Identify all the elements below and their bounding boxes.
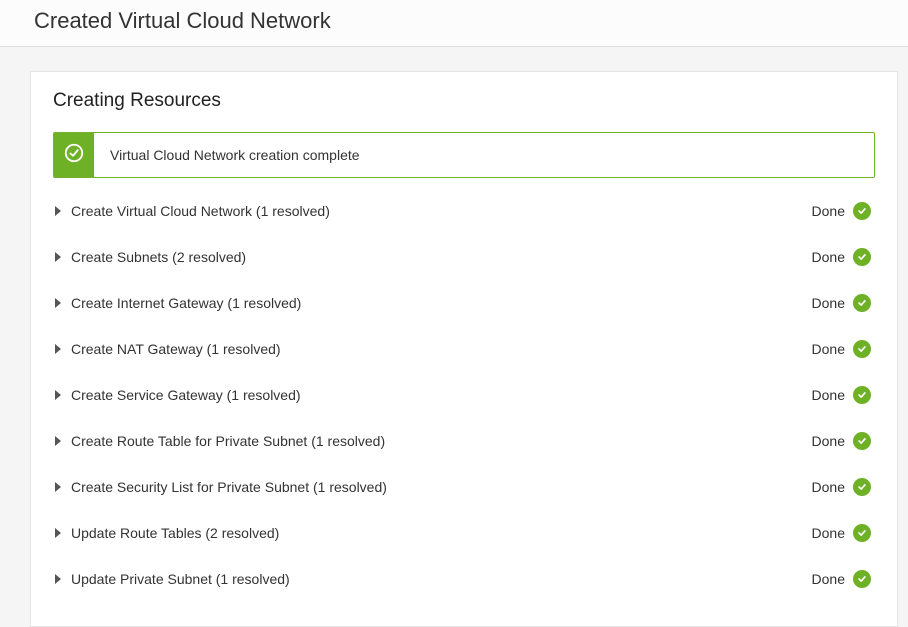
card-title: Creating Resources <box>53 90 875 112</box>
step-label: Create Service Gateway (1 resolved) <box>71 387 812 403</box>
step-status: Done <box>812 249 845 265</box>
caret-right-icon <box>55 298 61 308</box>
caret-right-icon <box>55 252 61 262</box>
check-icon <box>853 340 871 358</box>
check-circle-icon <box>63 142 85 169</box>
step-item[interactable]: Update Private Subnet (1 resolved) Done <box>53 556 875 602</box>
step-label: Create Virtual Cloud Network (1 resolved… <box>71 203 812 219</box>
step-item[interactable]: Create Internet Gateway (1 resolved) Don… <box>53 280 875 326</box>
step-label: Create Security List for Private Subnet … <box>71 479 812 495</box>
step-item[interactable]: Create NAT Gateway (1 resolved) Done <box>53 326 875 372</box>
step-status: Done <box>812 479 845 495</box>
step-status: Done <box>812 525 845 541</box>
step-list: Create Virtual Cloud Network (1 resolved… <box>53 188 875 602</box>
page-header: Created Virtual Cloud Network <box>0 0 908 47</box>
success-banner: Virtual Cloud Network creation complete <box>53 132 875 178</box>
step-status: Done <box>812 203 845 219</box>
banner-icon-box <box>54 133 94 177</box>
check-icon <box>853 524 871 542</box>
step-item[interactable]: Create Subnets (2 resolved) Done <box>53 234 875 280</box>
banner-message: Virtual Cloud Network creation complete <box>94 133 376 177</box>
step-label: Update Private Subnet (1 resolved) <box>71 571 812 587</box>
caret-right-icon <box>55 574 61 584</box>
caret-right-icon <box>55 206 61 216</box>
check-icon <box>853 248 871 266</box>
step-status: Done <box>812 571 845 587</box>
step-status: Done <box>812 341 845 357</box>
check-icon <box>853 202 871 220</box>
step-label: Create Internet Gateway (1 resolved) <box>71 295 812 311</box>
step-item[interactable]: Update Route Tables (2 resolved) Done <box>53 510 875 556</box>
step-item[interactable]: Create Route Table for Private Subnet (1… <box>53 418 875 464</box>
step-label: Create Subnets (2 resolved) <box>71 249 812 265</box>
page-title: Created Virtual Cloud Network <box>34 8 874 34</box>
caret-right-icon <box>55 482 61 492</box>
check-icon <box>853 570 871 588</box>
check-icon <box>853 478 871 496</box>
creating-resources-card: Creating Resources Virtual Cloud Network… <box>30 71 898 627</box>
step-item[interactable]: Create Service Gateway (1 resolved) Done <box>53 372 875 418</box>
step-item[interactable]: Create Security List for Private Subnet … <box>53 464 875 510</box>
step-label: Create NAT Gateway (1 resolved) <box>71 341 812 357</box>
caret-right-icon <box>55 528 61 538</box>
check-icon <box>853 386 871 404</box>
step-item[interactable]: Create Virtual Cloud Network (1 resolved… <box>53 188 875 234</box>
caret-right-icon <box>55 344 61 354</box>
step-label: Create Route Table for Private Subnet (1… <box>71 433 812 449</box>
step-status: Done <box>812 387 845 403</box>
step-status: Done <box>812 295 845 311</box>
check-icon <box>853 294 871 312</box>
check-icon <box>853 432 871 450</box>
step-status: Done <box>812 433 845 449</box>
caret-right-icon <box>55 390 61 400</box>
step-label: Update Route Tables (2 resolved) <box>71 525 812 541</box>
caret-right-icon <box>55 436 61 446</box>
